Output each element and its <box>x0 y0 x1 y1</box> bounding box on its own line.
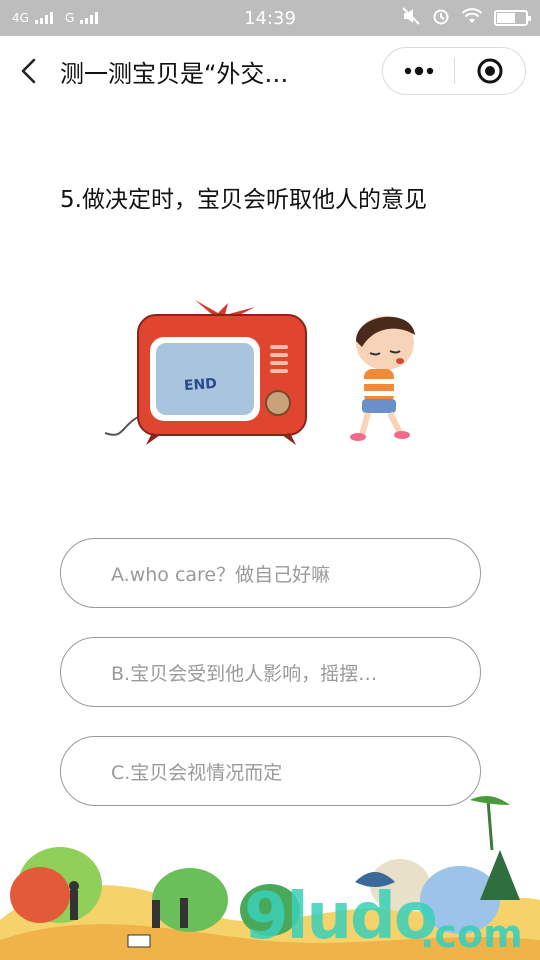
nav-bar: 测一测宝贝是“外交… <box>0 36 540 108</box>
battery-icon <box>494 10 531 26</box>
watermark-logo: 9ludo <box>244 880 438 954</box>
wifi-icon <box>461 8 483 28</box>
question-illustration: END <box>104 300 415 445</box>
sleepy-boy <box>350 316 415 441</box>
alarm-icon <box>432 7 450 29</box>
menu-capsule <box>382 47 526 95</box>
status-left: 4G G <box>12 11 104 25</box>
status-right <box>402 7 531 29</box>
network-g-label: G <box>64 11 75 25</box>
option-c-label: C.宝贝会视情况而定 <box>111 761 283 784</box>
network-4g-label: 4G <box>12 11 29 25</box>
option-b-label: B.宝贝会受到他人影响，摇摆… <box>111 662 378 685</box>
option-a-label: A.who care？做自己好嘛 <box>111 563 331 586</box>
question-text: 5.做决定时，宝贝会听取他人的意见 <box>60 187 427 213</box>
more-button[interactable] <box>383 48 454 94</box>
watermark-suffix: .com <box>420 912 523 956</box>
back-button[interactable] <box>14 56 44 86</box>
tv-screen-text: END <box>183 376 217 394</box>
mute-icon <box>402 7 420 29</box>
tv-speaker <box>265 390 291 416</box>
page-title: 测一测宝贝是“外交… <box>60 60 289 88</box>
signal-icon-2 <box>80 12 99 24</box>
back-icon <box>21 58 36 84</box>
option-a-button[interactable]: A.who care？做自己好嘛 <box>60 538 481 608</box>
more-icon <box>404 66 433 76</box>
tv-cable <box>104 414 143 436</box>
close-target-icon <box>477 58 503 84</box>
close-button[interactable] <box>455 48 525 94</box>
option-b-button[interactable]: B.宝贝会受到他人影响，摇摆… <box>60 637 481 707</box>
status-bar: 4G G 14:39 <box>0 0 540 36</box>
signal-icon <box>34 12 53 24</box>
